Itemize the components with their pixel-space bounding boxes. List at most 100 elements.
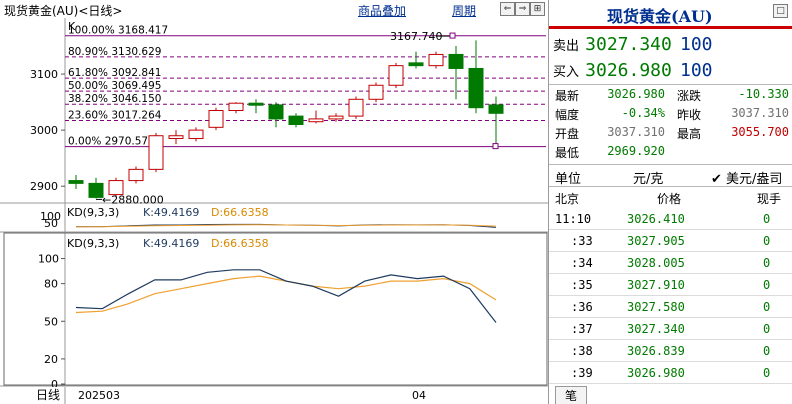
- tick-price: 3026.980: [627, 366, 685, 380]
- tick-qty: 0: [763, 366, 771, 380]
- fib-label: 100.00% 3168.417: [68, 25, 168, 37]
- fib-anchor-bottom: [492, 143, 499, 150]
- tick-time: :39: [571, 366, 593, 380]
- tick-price: 3026.839: [627, 344, 685, 358]
- kd-mini-d: D:66.6358: [211, 206, 269, 219]
- window-toggle-icon[interactable]: □: [773, 4, 788, 18]
- fib-label: 61.80% 3092.841: [68, 67, 161, 79]
- candle-body: [68, 180, 84, 184]
- buy-price: 3026.980: [585, 60, 672, 81]
- kd-label: KD(9,3,3): [67, 237, 119, 250]
- candle-body: [428, 53, 444, 67]
- stat-value: -10.330: [738, 87, 789, 101]
- kd-d-value: D:66.6358: [211, 237, 269, 250]
- sell-price: 3027.340: [585, 34, 672, 55]
- candle-body: [348, 98, 364, 117]
- chart-title: 现货黄金(AU)<日线>: [4, 4, 123, 18]
- tab-ticks[interactable]: 笔: [555, 386, 587, 404]
- stat-value: 3037.310: [731, 106, 789, 120]
- stat-label: 最高: [677, 127, 702, 141]
- tick-time: :33: [571, 234, 593, 248]
- tick-row: :36 3027.580 0: [549, 297, 792, 318]
- candle-body: [148, 135, 164, 170]
- unit-row: 单位 元/克 ✔ 美元/盎司: [555, 168, 791, 187]
- fib-label: 38.20% 3046.150: [68, 93, 161, 105]
- tick-time: :35: [571, 278, 593, 292]
- tick-qty: 0: [763, 344, 771, 358]
- buy-label: 买入: [553, 65, 580, 80]
- tick-time: :34: [571, 256, 593, 270]
- fib-label: 0.00% 2970.573: [68, 136, 155, 148]
- buy-qty: 100: [680, 60, 713, 81]
- kd-y-tick: 50: [44, 315, 58, 328]
- stat-value: 2969.920: [607, 144, 665, 158]
- candle-body: [488, 104, 504, 114]
- unit-label: 单位: [555, 172, 582, 187]
- tick-qty: 0: [763, 300, 771, 314]
- tick-row: :37 3027.340 0: [549, 319, 792, 340]
- y-tick-label: 3100: [30, 68, 58, 81]
- candle-body: [328, 115, 344, 120]
- candle-body: [248, 102, 264, 106]
- tick-price: 3027.910: [627, 278, 685, 292]
- candle-body: [468, 67, 484, 109]
- stat-label: 最新: [555, 89, 580, 103]
- candle-body: [448, 53, 464, 69]
- checkmark-icon: ✔: [711, 172, 722, 187]
- candle-body: [368, 84, 384, 100]
- x-label-month: 04: [412, 389, 426, 402]
- overlay-button[interactable]: 商品叠加: [358, 2, 406, 19]
- kd-mini-label: KD(9,3,3): [67, 206, 119, 219]
- high-marker: 3167.740: [390, 30, 443, 43]
- arrow-right-icon[interactable]: ⇒: [515, 2, 530, 16]
- candle-body: [188, 129, 204, 140]
- stat-value: 3055.700: [731, 125, 789, 139]
- quote-panel: 现货黄金(AU) □ 卖出 3027.340 100 买入 3026.980 1…: [548, 0, 792, 404]
- stat-label: 涨跌: [677, 89, 702, 103]
- tick-price: 3027.905: [627, 234, 685, 248]
- candle-body: [288, 115, 304, 126]
- stat-label: 昨收: [677, 108, 702, 122]
- y-tick-label: 3000: [30, 124, 58, 137]
- tick-row: :34 3028.005 0: [549, 253, 792, 274]
- tick-row: :35 3027.910 0: [549, 275, 792, 296]
- candle-body: [308, 118, 324, 123]
- resize-icon[interactable]: ⊞: [530, 2, 545, 16]
- tick-header: 北京 价格 现手: [555, 192, 782, 206]
- unit-option[interactable]: ✔ 美元/盎司: [711, 168, 782, 187]
- tick-row: :39 3026.980 0: [549, 363, 792, 384]
- arrow-left-icon[interactable]: ⇐: [500, 2, 515, 16]
- unit-value: 元/克: [633, 172, 664, 187]
- candle-body: [388, 65, 404, 86]
- x-label-start: 202503: [78, 389, 120, 402]
- kd-y-tick: 100: [38, 253, 59, 266]
- stat-value: 3037.310: [607, 125, 665, 139]
- daily-label: 日线: [36, 388, 60, 402]
- tick-time: :38: [571, 344, 593, 358]
- tick-price: 3028.005: [627, 256, 685, 270]
- fib-anchor-top: [449, 32, 456, 39]
- stat-label: 最低: [555, 146, 580, 160]
- sell-qty: 100: [680, 34, 713, 55]
- sell-row: 卖出 3027.340 100: [553, 34, 713, 56]
- tick-time: 11:10: [555, 212, 592, 226]
- y-tick-label: 2900: [30, 180, 58, 193]
- chart-area[interactable]: 现货黄金(AU)<日线> 商品叠加 周期 ⇐ ⇒ ⊞ K 3100 3000 2900…: [0, 0, 548, 404]
- candle-body: [168, 135, 184, 140]
- tick-qty: 0: [763, 278, 771, 292]
- tick-price: 3027.580: [627, 300, 685, 314]
- tick-qty: 0: [763, 234, 771, 248]
- tick-row: :38 3026.839 0: [549, 341, 792, 362]
- kd-mini-tick: 50: [44, 217, 58, 230]
- candle-body: [208, 110, 224, 128]
- buy-row: 买入 3026.980 100: [553, 60, 713, 82]
- candle-body: [228, 102, 244, 111]
- kd-y-tick: 80: [44, 278, 58, 291]
- candle-body: [268, 104, 284, 120]
- chart-title-bar: 现货黄金(AU)<日线> 商品叠加 周期 ⇐ ⇒ ⊞: [0, 0, 548, 19]
- stats-grid: 最新 3026.980 涨跌 -10.330 幅度 -0.34% 昨收 3037.310 开盘 3…: [549, 86, 792, 164]
- kline-chart[interactable]: K310030002900100.00% 3168.41780.90% 3130…: [0, 18, 548, 404]
- tick-qty: 0: [763, 212, 771, 226]
- tick-price: 3026.410: [627, 212, 685, 226]
- period-button[interactable]: 周期: [452, 2, 476, 19]
